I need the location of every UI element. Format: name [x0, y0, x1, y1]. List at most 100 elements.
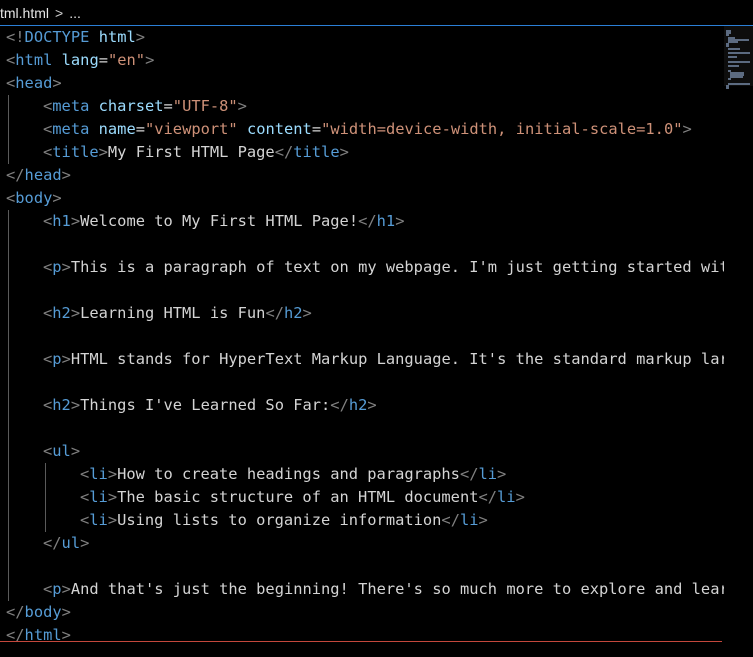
- code-token: >: [61, 603, 71, 621]
- code-token: <: [43, 212, 53, 230]
- code-token: >: [682, 120, 692, 138]
- minimap-line: [728, 65, 739, 68]
- code-token: p: [52, 350, 62, 368]
- code-token: head: [15, 74, 53, 92]
- code-token: </: [459, 465, 479, 483]
- indent-guide: [8, 210, 9, 601]
- code-token: <: [43, 120, 53, 138]
- code-line[interactable]: <body>: [6, 187, 62, 210]
- code-line[interactable]: <p>And that's just the beginning! There'…: [43, 578, 724, 601]
- code-token: h2: [52, 304, 71, 322]
- code-token: >: [61, 350, 71, 368]
- code-token: My First HTML Page: [107, 143, 275, 161]
- code-token: >: [52, 189, 62, 207]
- code-token: </: [6, 603, 25, 621]
- minimap-line: [728, 47, 740, 50]
- code-line[interactable]: </head>: [6, 164, 71, 187]
- code-token: content: [246, 120, 312, 138]
- code-token: head: [24, 166, 62, 184]
- code-token: <: [43, 580, 53, 598]
- code-token: >: [61, 166, 71, 184]
- code-line[interactable]: </body>: [6, 601, 71, 624]
- code-token: >: [135, 28, 146, 46]
- code-token: <: [43, 304, 53, 322]
- code-token: li: [89, 511, 108, 529]
- code-line[interactable]: <li>Using lists to organize information<…: [80, 509, 488, 532]
- code-token: <: [43, 396, 53, 414]
- code-token: </: [274, 143, 294, 161]
- code-token: </: [478, 488, 498, 506]
- code-token: <: [43, 97, 53, 115]
- code-token: >: [497, 465, 507, 483]
- minimap-line: [728, 82, 751, 85]
- code-line[interactable]: <p>This is a paragraph of text on my web…: [43, 256, 724, 279]
- code-editor[interactable]: tml.html > ... <!DOCTYPE html> <html lang…: [0, 0, 753, 657]
- code-token: >: [107, 465, 118, 483]
- breadcrumb: tml.html > ...: [0, 0, 753, 26]
- code-token: "width=device-width, initial-scale=1.0": [321, 120, 683, 138]
- code-line[interactable]: </html>: [6, 624, 71, 647]
- code-line[interactable]: <html lang="en">: [6, 49, 154, 72]
- code-token: >: [61, 258, 71, 276]
- minimap-line: [728, 52, 751, 54]
- code-line[interactable]: <ul>: [43, 440, 80, 463]
- code-token: <: [43, 143, 53, 161]
- code-line[interactable]: <title>My First HTML Page</title>: [43, 141, 349, 164]
- code-token: HTML stands for HyperText Markup Languag…: [70, 350, 724, 368]
- code-line[interactable]: <li>How to create headings and paragraph…: [80, 463, 506, 486]
- code-line[interactable]: <meta name="viewport" content="width=dev…: [43, 118, 692, 141]
- code-token: >: [70, 442, 81, 460]
- code-token: li: [89, 488, 108, 506]
- code-token: <: [43, 442, 53, 460]
- code-token: h2: [348, 396, 368, 414]
- code-token: ul: [61, 534, 81, 552]
- code-token: Learning HTML is Fun: [80, 304, 266, 322]
- code-token: >: [61, 580, 71, 598]
- code-line[interactable]: <head>: [6, 72, 62, 95]
- code-token: p: [52, 580, 62, 598]
- code-token: >: [145, 51, 155, 69]
- code-token: <: [80, 511, 90, 529]
- code-token: >: [395, 212, 405, 230]
- code-token: The basic structure of an HTML document: [117, 488, 479, 506]
- code-token: DOCTYPE: [24, 28, 90, 46]
- code-token: >: [52, 74, 62, 92]
- code-token: h2: [52, 396, 71, 414]
- code-token: </: [358, 212, 377, 230]
- code-token: >: [70, 396, 81, 414]
- code-line[interactable]: <meta charset="UTF-8">: [43, 95, 247, 118]
- code-line[interactable]: <h2>Things I've Learned So Far:</h2>: [43, 394, 377, 417]
- code-token: >: [367, 396, 377, 414]
- code-token: title: [52, 143, 99, 161]
- code-token: li: [89, 465, 108, 483]
- code-token: </: [6, 166, 25, 184]
- current-line-indicator: [0, 641, 722, 642]
- code-line[interactable]: </ul>: [43, 532, 89, 555]
- code-line[interactable]: <!DOCTYPE html>: [6, 26, 145, 49]
- code-line[interactable]: <li>The basic structure of an HTML docum…: [80, 486, 525, 509]
- breadcrumb-more[interactable]: ...: [69, 5, 81, 21]
- code-token: Things I've Learned So Far:: [80, 396, 331, 414]
- code-token: "UTF-8": [172, 97, 238, 115]
- code-token: =: [135, 120, 145, 138]
- code-token: >: [98, 143, 108, 161]
- code-token: How to create headings and paragraphs: [117, 465, 460, 483]
- code-token: >: [107, 488, 118, 506]
- code-line[interactable]: <h2>Learning HTML is Fun</h2>: [43, 302, 312, 325]
- minimap-line: [728, 56, 737, 59]
- breadcrumb-file[interactable]: tml.html: [0, 5, 49, 21]
- minimap[interactable]: [724, 26, 753, 657]
- code-token: </: [265, 304, 284, 322]
- code-token: meta: [52, 97, 90, 115]
- code-token: "en": [108, 51, 146, 69]
- code-text-area[interactable]: <!DOCTYPE html> <html lang="en"> <head> <me…: [0, 26, 724, 657]
- code-line[interactable]: <p>HTML stands for HyperText Markup Lang…: [43, 348, 724, 371]
- code-line[interactable]: <h1>Welcome to My First HTML Page!</h1>: [43, 210, 404, 233]
- chevron-right-icon: >: [55, 4, 64, 21]
- code-token: <: [6, 51, 16, 69]
- code-token: =: [311, 120, 322, 138]
- indent-guide: [45, 463, 46, 532]
- code-token: >: [107, 511, 118, 529]
